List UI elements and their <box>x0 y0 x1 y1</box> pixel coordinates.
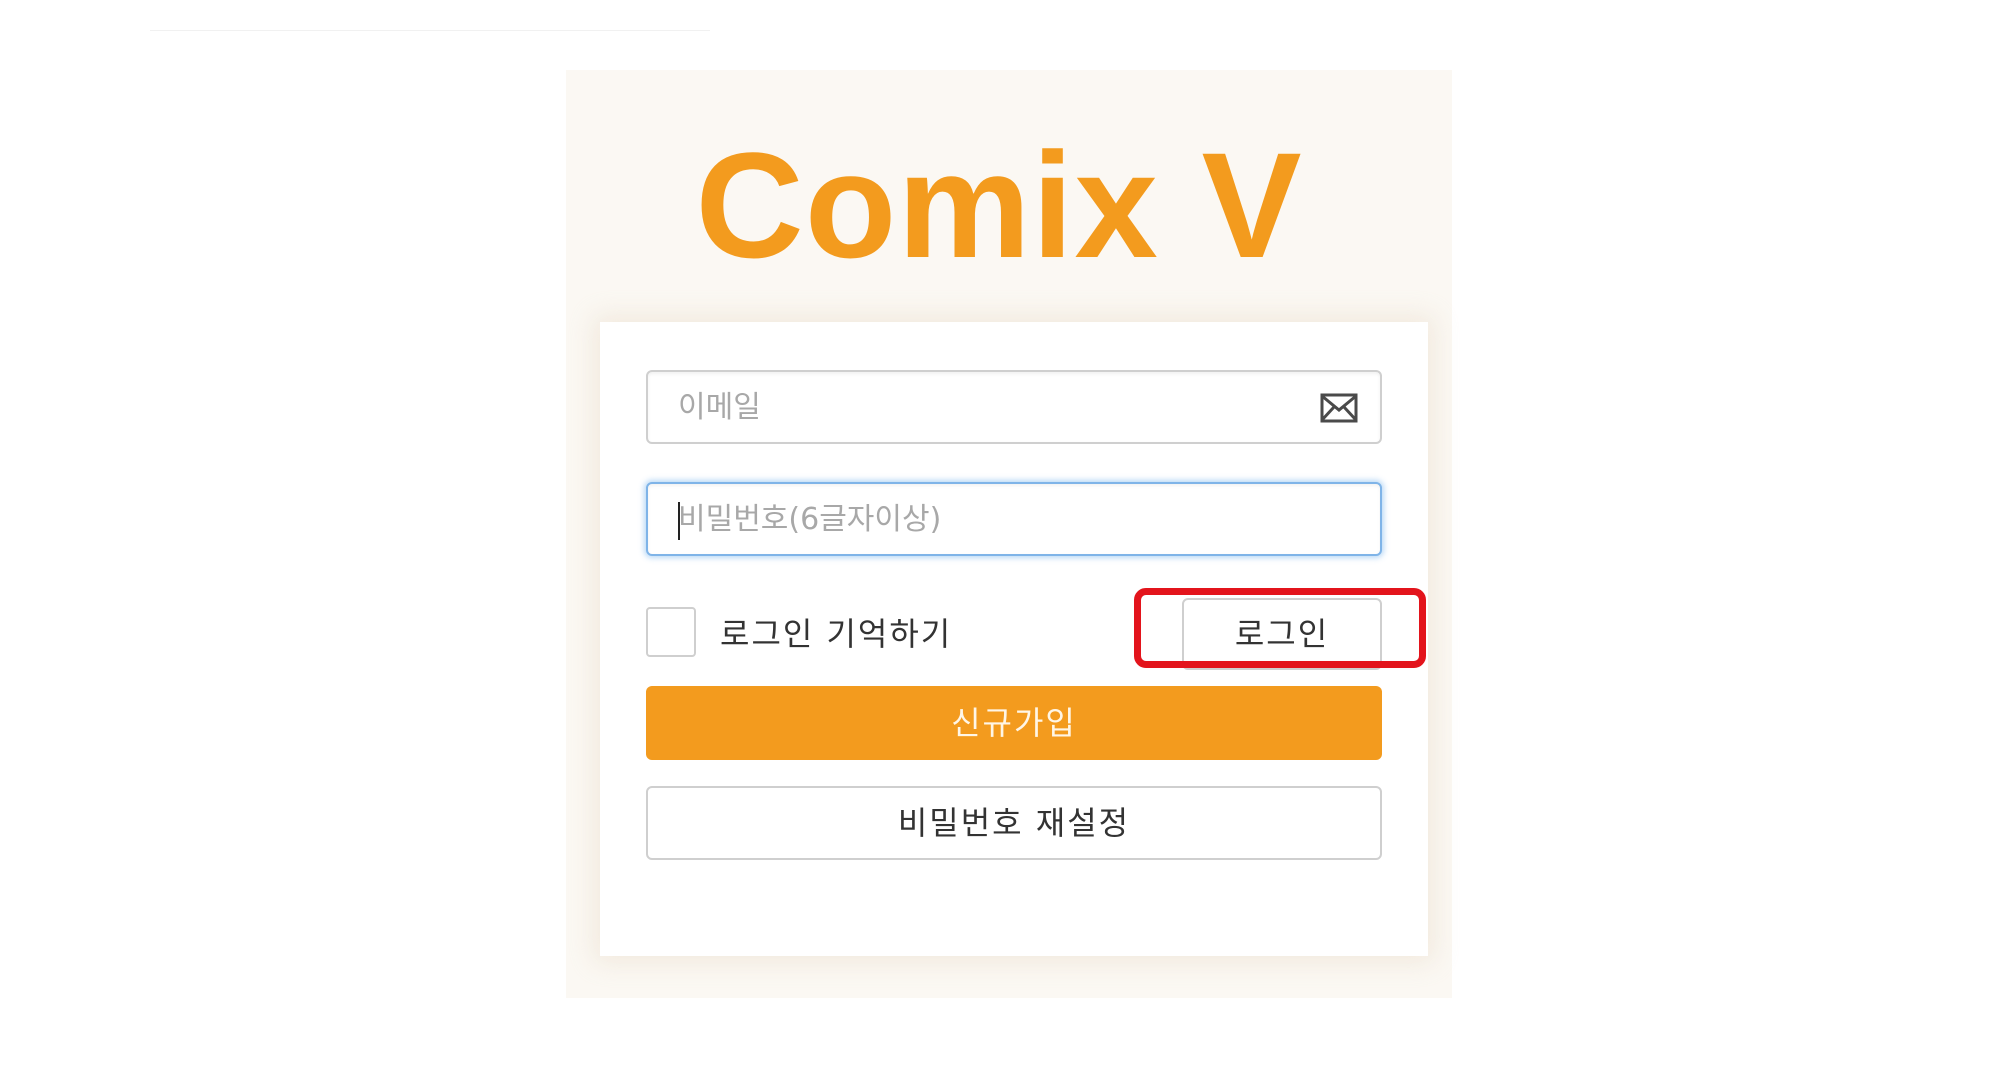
text-cursor <box>678 502 680 540</box>
email-input[interactable] <box>648 372 1380 442</box>
login-button[interactable]: 로그인 <box>1182 598 1382 670</box>
password-field-container <box>646 482 1382 556</box>
reset-password-button[interactable]: 비밀번호 재설정 <box>646 786 1382 860</box>
password-input[interactable] <box>648 484 1380 554</box>
signup-button[interactable]: 신규가입 <box>646 686 1382 760</box>
envelope-icon <box>1320 393 1358 423</box>
remember-me-row: 로그인 기억하기 <box>646 604 952 660</box>
remember-me-label: 로그인 기억하기 <box>720 615 953 653</box>
top-divider <box>150 30 710 31</box>
app-logo: Comix V <box>695 121 1303 289</box>
remember-me-checkbox[interactable] <box>646 607 696 657</box>
email-field-container <box>646 370 1382 444</box>
